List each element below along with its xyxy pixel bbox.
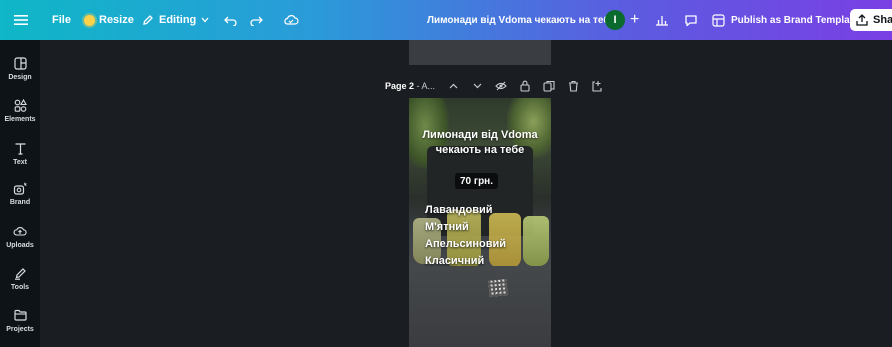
sidebar-item-label: Elements — [4, 116, 36, 123]
layout-icon — [12, 55, 28, 71]
bar-chart-icon — [656, 16, 668, 26]
canvas-area[interactable]: Page 2 - A... Лимонади від Vdoma чекають… — [40, 40, 892, 347]
sidebar-item-label: Brand — [9, 199, 31, 206]
design-page[interactable]: Лимонади від Vdoma чекають на тебе 70 гр… — [409, 98, 551, 347]
sidebar-item-label: Projects — [6, 326, 34, 333]
resize-button[interactable]: Resize — [84, 0, 134, 40]
share-icon — [856, 14, 868, 26]
previous-page-thumbnail[interactable] — [409, 40, 551, 65]
comments-button[interactable] — [684, 0, 698, 40]
share-label: Shar — [873, 14, 892, 26]
sidebar-item-projects[interactable]: Projects — [0, 307, 40, 333]
sidebar-item-label: Uploads — [6, 242, 34, 249]
chevron-down-icon — [201, 17, 209, 23]
undo-button[interactable] — [224, 0, 237, 40]
page-number: Page 2 — [385, 81, 415, 91]
sidebar-item-uploads[interactable]: Uploads — [0, 223, 40, 249]
text-icon — [12, 140, 28, 156]
flavor-item: М'ятний — [425, 221, 469, 233]
menu-button[interactable] — [14, 0, 34, 40]
flavor-item: Апельсиновий — [425, 238, 506, 250]
redo-icon — [250, 16, 263, 26]
page-title[interactable]: Page 2 - A... — [385, 81, 435, 91]
sidebar-item-label: Tools — [10, 284, 30, 291]
resize-label: Resize — [99, 14, 134, 26]
duplicate-icon[interactable] — [543, 80, 555, 92]
upload-cloud-icon — [12, 223, 28, 239]
hamburger-icon — [14, 15, 28, 25]
brand-icon — [12, 180, 28, 196]
flavor-list[interactable]: Лавандовий М'ятний Апельсиновий Класични… — [425, 202, 506, 270]
file-menu-button[interactable]: File — [52, 0, 71, 40]
chevron-up-icon[interactable] — [447, 80, 459, 92]
design-headline[interactable]: Лимонади від Vdoma чекають на тебе — [409, 128, 551, 158]
headline-line: чекають на тебе — [435, 144, 525, 156]
document-title[interactable]: Лимонади від Vdoma чекають на тебе — [427, 0, 615, 40]
sidebar-item-elements[interactable]: Elements — [0, 97, 40, 123]
publish-brand-template-button[interactable]: Publish as Brand Template — [712, 0, 859, 40]
pen-icon — [12, 265, 28, 281]
cloud-check-icon — [284, 15, 299, 25]
sidebar-item-tools[interactable]: Tools — [0, 265, 40, 291]
template-icon — [712, 13, 725, 27]
editing-label: Editing — [159, 14, 197, 26]
add-page-icon[interactable] — [591, 80, 603, 92]
share-button[interactable]: Shar — [850, 9, 892, 31]
plus-icon: + — [630, 11, 640, 28]
pencil-icon — [143, 15, 153, 25]
save-status-button[interactable] — [283, 0, 299, 40]
chevron-down-icon[interactable] — [471, 80, 483, 92]
sidebar-item-brand[interactable]: Brand — [0, 180, 40, 206]
resize-icon — [84, 14, 95, 26]
redo-button[interactable] — [250, 0, 263, 40]
qr-code-card — [488, 279, 508, 297]
lock-icon[interactable] — [519, 80, 531, 92]
trash-icon[interactable] — [567, 80, 579, 92]
top-toolbar: File Resize Editing Лимонади від Vdoma ч… — [0, 0, 892, 40]
comment-icon — [685, 14, 697, 26]
add-collaborator-button[interactable]: + — [630, 0, 639, 40]
flavor-item: Лавандовий — [425, 204, 493, 216]
undo-icon — [224, 16, 237, 26]
publish-label: Publish as Brand Template — [731, 14, 859, 26]
flavor-item: Класичний — [425, 255, 485, 267]
left-sidebar: Design Elements Text Brand Uploads Tools — [0, 40, 40, 347]
lemonade-glass — [523, 216, 549, 266]
insights-button[interactable] — [655, 0, 669, 40]
avatar[interactable]: I — [605, 10, 625, 30]
headline-line: Лимонади від Vdoma — [422, 129, 538, 141]
price-tag[interactable]: 70 грн. — [455, 173, 498, 189]
folder-icon — [12, 307, 28, 323]
editing-mode-button[interactable]: Editing — [142, 0, 209, 40]
hide-eye-icon[interactable] — [495, 80, 507, 92]
sidebar-item-text[interactable]: Text — [0, 140, 40, 166]
page-subtitle: - A... — [414, 81, 436, 91]
page-toolbar: Page 2 - A... — [385, 78, 603, 94]
sidebar-item-label: Design — [8, 74, 32, 81]
sidebar-item-label: Text — [13, 159, 27, 166]
table-surface — [409, 266, 551, 347]
sidebar-item-design[interactable]: Design — [0, 55, 40, 81]
shapes-icon — [12, 97, 28, 113]
